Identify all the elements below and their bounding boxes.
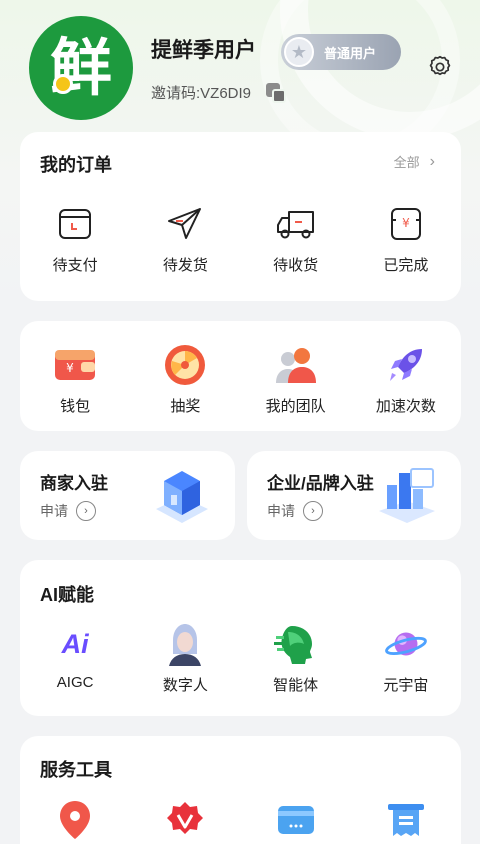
order-pending-payment-label: 待支付: [52, 257, 98, 274]
svg-text:¥: ¥: [402, 216, 410, 230]
service-vip[interactable]: [130, 798, 240, 842]
boost-entry[interactable]: 加速次数: [351, 343, 461, 416]
orders-card: 我的订单 全部 › 待支付 待发货 待收货 ¥ 已完成: [20, 132, 461, 301]
buildings-3d-icon: [379, 468, 435, 523]
metaverse-label: 元宇宙: [383, 677, 429, 694]
brand-apply-label: 申请: [267, 503, 295, 519]
agent-label: 智能体: [273, 677, 319, 694]
send-icon: [163, 202, 207, 246]
chevron-right-icon: ›: [429, 152, 435, 170]
brand-join-card[interactable]: 企业/品牌入驻 申请 ›: [247, 451, 461, 540]
brand-apply[interactable]: 申请 ›: [267, 501, 323, 521]
merchant-apply[interactable]: 申请 ›: [40, 501, 96, 521]
copy-icon[interactable]: [266, 83, 286, 103]
truck-icon: [274, 202, 318, 246]
merchant-join-card[interactable]: 商家入驻 申请 ›: [20, 451, 235, 540]
lottery-wheel-icon: [163, 343, 207, 387]
agent-head-icon: [273, 622, 318, 666]
features-card: ¥ 钱包 抽奖 我的团队 加速次数: [20, 321, 461, 431]
team-entry[interactable]: 我的团队: [241, 343, 351, 416]
service-invoice[interactable]: [351, 798, 461, 842]
merchant-apply-label: 申请: [40, 503, 68, 519]
order-pending-payment[interactable]: 待支付: [20, 202, 130, 275]
lottery-entry[interactable]: 抽奖: [130, 343, 240, 416]
arrow-right-icon: ›: [303, 501, 323, 521]
ai-icon: Ai: [53, 622, 97, 666]
brand-join-title: 企业/品牌入驻: [267, 474, 374, 493]
wallet-icon: ¥: [53, 343, 97, 387]
orders-all-link[interactable]: 全部 ›: [394, 152, 435, 171]
service-card[interactable]: [241, 798, 351, 842]
services-card: 服务工具: [20, 736, 461, 844]
team-icon: [274, 343, 318, 387]
digital-human-icon: [163, 622, 207, 666]
member-badge-label: 普通用户: [324, 45, 377, 61]
agent-entry[interactable]: 智能体: [241, 622, 351, 695]
order-pending-receipt[interactable]: 待收货: [241, 202, 351, 275]
member-badge[interactable]: ★ 普通用户: [281, 34, 401, 70]
ai-card: AI赋能 Ai AIGC 数字人 智能体 元宇宙: [20, 560, 461, 716]
store-3d-icon: [156, 471, 208, 523]
order-pending-shipment[interactable]: 待发货: [130, 202, 240, 275]
location-pin-icon: [53, 798, 97, 842]
rocket-icon: [384, 343, 428, 387]
order-pending-shipment-label: 待发货: [162, 257, 208, 274]
username: 提鲜季用户: [151, 39, 256, 62]
ai-icon-mark: Ai: [61, 628, 89, 659]
digital-human-entry[interactable]: 数字人: [130, 622, 240, 695]
wallet-clock-icon: [53, 202, 97, 246]
service-location[interactable]: [20, 798, 130, 842]
avatar[interactable]: 鲜: [29, 16, 133, 120]
gear-icon[interactable]: [427, 54, 453, 80]
order-completed[interactable]: ¥ 已完成: [351, 202, 461, 275]
wallet-entry[interactable]: ¥ 钱包: [20, 343, 130, 416]
order-completed-label: 已完成: [383, 257, 429, 274]
orders-all-label: 全部: [393, 155, 420, 170]
boost-label: 加速次数: [375, 398, 436, 415]
invite-code: 邀请码:VZ6DI9: [151, 85, 252, 102]
v-badge-icon: [163, 798, 207, 842]
digital-human-label: 数字人: [162, 677, 208, 694]
star-icon: ★: [284, 37, 314, 67]
svg-text:¥: ¥: [66, 361, 74, 375]
clock-icon: [53, 74, 73, 94]
aigc-label: AIGC: [56, 674, 94, 691]
services-title: 服务工具: [40, 760, 112, 780]
orders-title: 我的订单: [40, 155, 112, 175]
ai-title: AI赋能: [40, 585, 94, 605]
team-label: 我的团队: [265, 398, 326, 415]
receipt-icon: ¥: [384, 202, 428, 246]
lottery-label: 抽奖: [170, 398, 201, 415]
arrow-right-icon: ›: [76, 501, 96, 521]
order-pending-receipt-label: 待收货: [273, 257, 319, 274]
profile-header: 鲜 提鲜季用户 ★ 普通用户 邀请码:VZ6DI9: [0, 0, 480, 130]
invoice-icon: [384, 798, 428, 842]
card-icon: [274, 798, 318, 842]
aigc-entry[interactable]: Ai AIGC: [20, 622, 130, 695]
planet-icon: [384, 622, 428, 666]
merchant-join-title: 商家入驻: [40, 474, 108, 493]
metaverse-entry[interactable]: 元宇宙: [351, 622, 461, 695]
wallet-label: 钱包: [60, 398, 91, 415]
